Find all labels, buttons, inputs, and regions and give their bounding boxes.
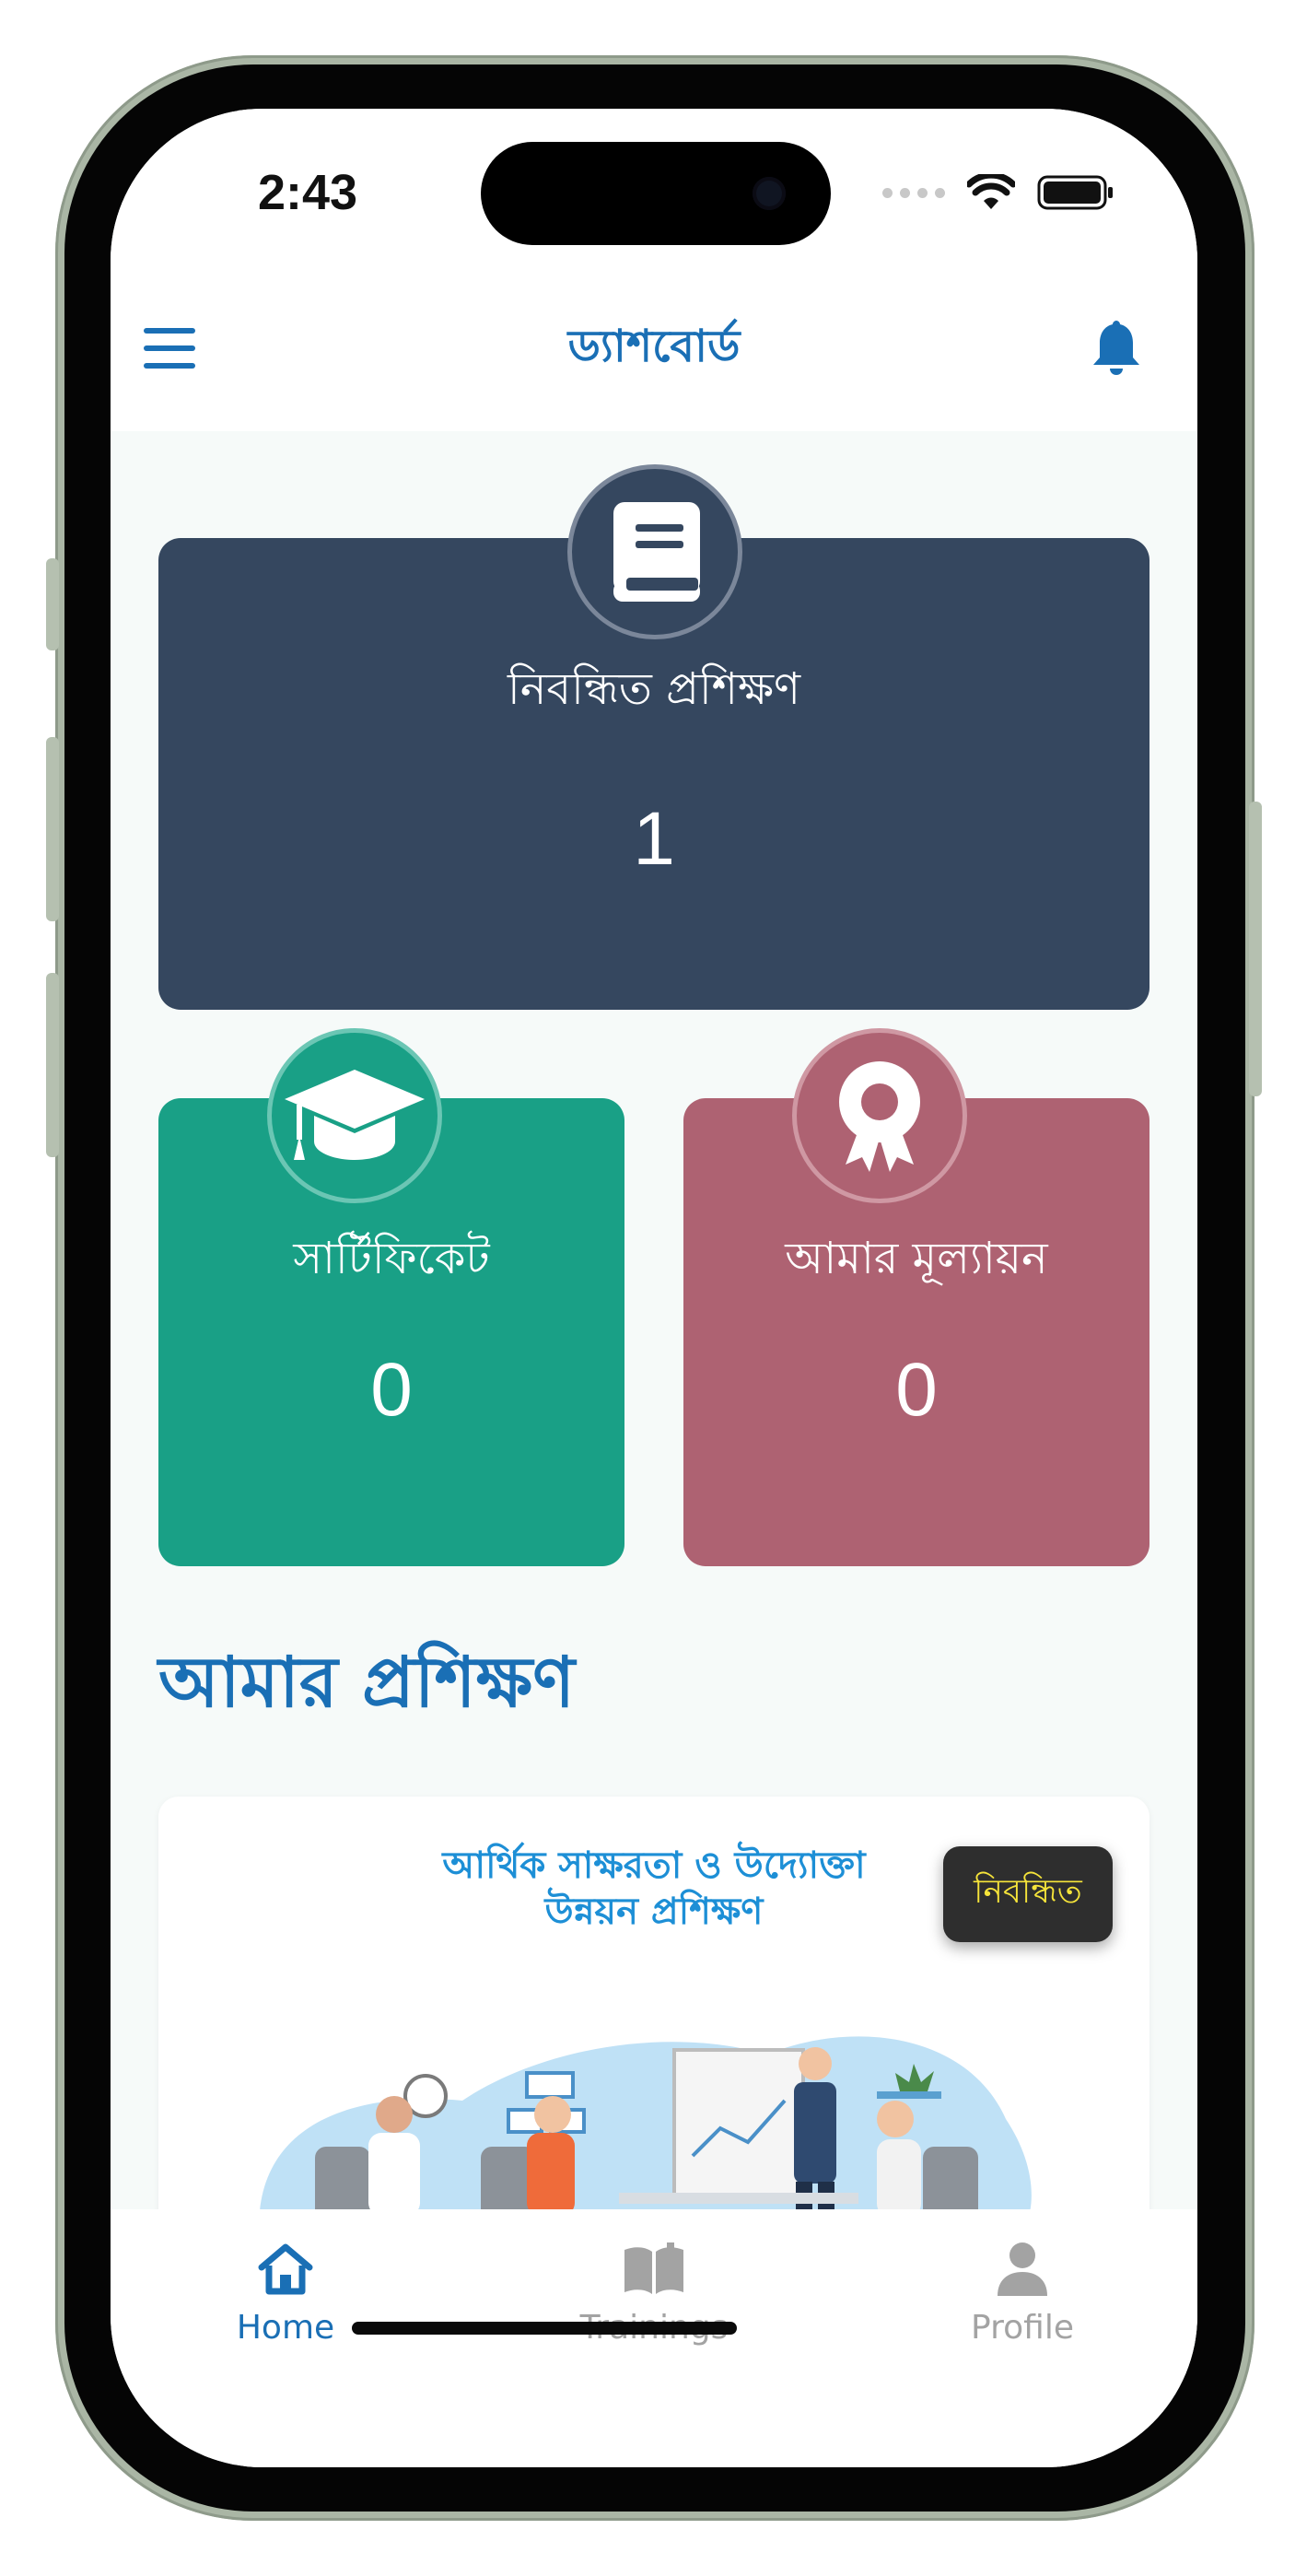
assessment-count: 0: [895, 1348, 938, 1432]
page-title: ড্যাশবোর্ড: [567, 321, 741, 372]
registered-trainings-count: 1: [633, 797, 675, 881]
graduation-badge: [267, 1028, 442, 1203]
home-indicator[interactable]: [352, 2322, 737, 2335]
registered-status-badge: নিবন্ধিত: [943, 1846, 1113, 1942]
app-screen: 2:43 ড্যাশবোর্ড নিবন্ধিত প্রশিক্ষণ 1 সার…: [111, 109, 1197, 2467]
nav-profile-label: Profile: [971, 2309, 1074, 2347]
volume-down-button: [46, 973, 59, 1157]
book-open-icon: [624, 2242, 683, 2294]
bell-icon[interactable]: [1091, 317, 1142, 378]
book-badge: [567, 464, 742, 639]
graduation-cap-icon: [285, 1070, 425, 1160]
assessment-label: আমার মূল্যায়ন: [785, 1233, 1048, 1284]
status-bar: 2:43: [111, 109, 1197, 275]
nav-profile[interactable]: Profile: [912, 2237, 1133, 2347]
section-title: আমার প্রশিক্ষণ: [158, 1641, 576, 1723]
dynamic-island: [481, 142, 831, 245]
app-header: ড্যাশবোর্ড: [111, 275, 1197, 431]
home-icon: [258, 2243, 313, 2295]
bottom-navigation: Home Trainings Profile: [111, 2209, 1197, 2467]
registered-trainings-label: নিবন্ধিত প্রশিক্ষণ: [508, 663, 800, 715]
status-icons: [882, 170, 1114, 216]
cellular-signal-icon: [882, 187, 945, 198]
book-icon: [613, 502, 700, 602]
award-badge: [792, 1028, 967, 1203]
award-icon: [839, 1061, 920, 1172]
battery-icon: [1037, 175, 1113, 210]
status-time: 2:43: [258, 165, 358, 220]
certificates-count: 0: [370, 1348, 413, 1432]
power-button: [1249, 802, 1262, 1096]
person-icon: [998, 2242, 1047, 2296]
certificates-label: সার্টিফিকেট: [293, 1233, 490, 1284]
volume-switch: [46, 558, 59, 650]
volume-up-button: [46, 737, 59, 921]
camera-icon: [753, 177, 786, 210]
wifi-icon: [967, 174, 1015, 209]
